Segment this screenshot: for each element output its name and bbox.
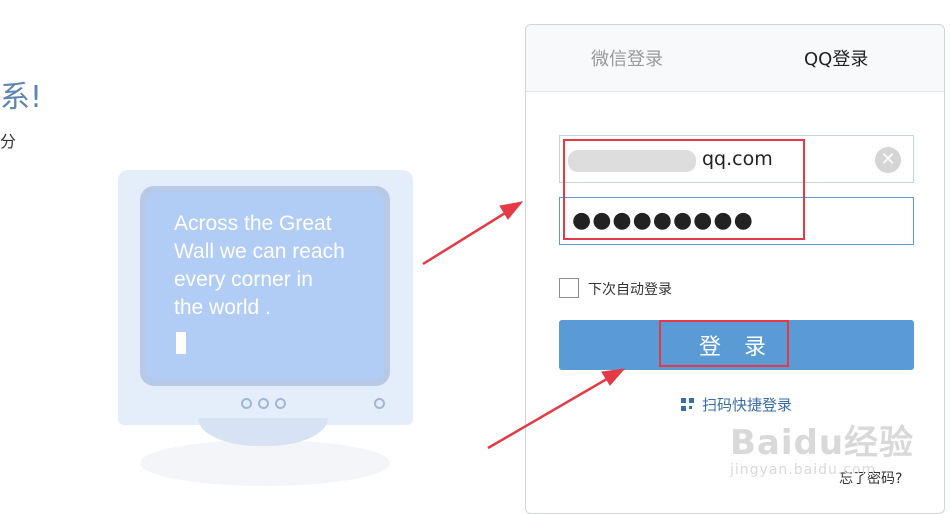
clear-icon[interactable]: ✕: [875, 147, 901, 173]
remember-label: 下次自动登录: [588, 282, 672, 298]
watermark-url: jingyan.baidu.com: [730, 462, 877, 478]
annotation-box-login: [659, 320, 789, 367]
tab-wechat-login[interactable]: 微信登录: [591, 45, 663, 71]
annotation-arrow-upper: [422, 201, 524, 266]
qr-login-label: 扫码快捷登录: [702, 396, 793, 414]
screen-line: every corner in: [174, 268, 313, 291]
promo-headline: 系!: [0, 80, 43, 115]
login-tabs: 微信登录 QQ登录: [526, 25, 944, 92]
monitor-body: Across the Great Wall we can reach every…: [118, 170, 413, 425]
screen-line: Wall we can reach: [174, 240, 345, 263]
monitor-illustration: Across the Great Wall we can reach every…: [118, 170, 413, 446]
monitor-power-icon: [374, 398, 385, 409]
screen-message: Across the Great Wall we can reach every…: [174, 210, 384, 322]
monitor-knob-icon: [275, 398, 286, 409]
qr-login-link[interactable]: 扫码快捷登录: [681, 394, 792, 415]
monitor-bezel: Across the Great Wall we can reach every…: [140, 186, 390, 386]
qr-code-icon: [681, 398, 694, 411]
promo-subline: 分: [0, 132, 17, 151]
screen-line: Across the Great: [174, 212, 332, 235]
monitor-knob-icon: [258, 398, 269, 409]
remember-checkbox[interactable]: [559, 278, 579, 298]
tab-qq-login[interactable]: QQ登录: [804, 45, 868, 71]
annotation-box-credentials: [563, 139, 805, 240]
screen-line: the world .: [174, 296, 271, 319]
monitor-shadow: [140, 440, 390, 486]
text-cursor: [176, 332, 186, 354]
watermark-brand: Baidu经验: [730, 423, 915, 463]
monitor-knob-icon: [241, 398, 252, 409]
baidu-jingyan-watermark: Baidu经验 jingyan.baidu.com: [730, 415, 914, 478]
monitor-screen: Across the Great Wall we can reach every…: [146, 192, 384, 380]
